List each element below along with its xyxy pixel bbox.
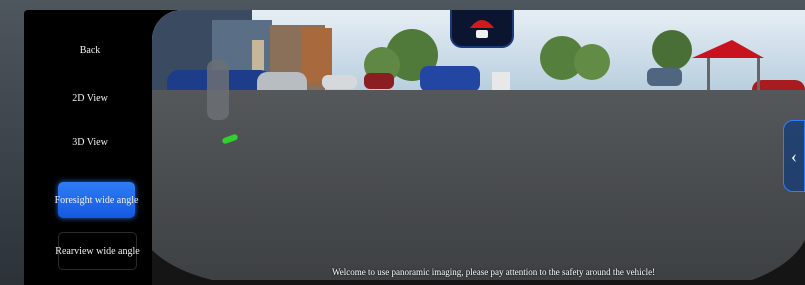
camera-scene <box>152 10 805 285</box>
head-unit-screen: Back 2D View 3D View Foresight wide angl… <box>24 10 805 285</box>
view-3d-button[interactable]: 3D View <box>34 124 146 160</box>
view-3d-label: 3D View <box>72 136 108 148</box>
car-top-icon <box>470 20 494 38</box>
pole-bollard <box>207 60 229 120</box>
foresight-label: Foresight wide angle <box>54 194 139 206</box>
view-sidebar: Back 2D View 3D View Foresight wide angl… <box>24 10 152 285</box>
camera-feed: ‹ Welcome to use panoramic imaging, plea… <box>152 10 805 285</box>
side-panel-toggle[interactable]: ‹ <box>783 120 805 192</box>
rearview-label: Rearview wide angle <box>55 245 140 257</box>
back-button[interactable]: Back <box>34 32 146 68</box>
back-label: Back <box>79 44 101 56</box>
camera-direction-indicator <box>450 10 514 48</box>
safety-caption: Welcome to use panoramic imaging, please… <box>332 267 656 277</box>
view-2d-button[interactable]: 2D View <box>34 80 146 116</box>
pavement <box>152 90 805 285</box>
chevron-left-icon: ‹ <box>791 145 797 166</box>
rearview-wide-angle-button[interactable]: Rearview wide angle <box>55 232 140 270</box>
view-2d-label: 2D View <box>72 92 108 104</box>
foresight-wide-angle-button[interactable]: Foresight wide angle <box>55 182 138 218</box>
